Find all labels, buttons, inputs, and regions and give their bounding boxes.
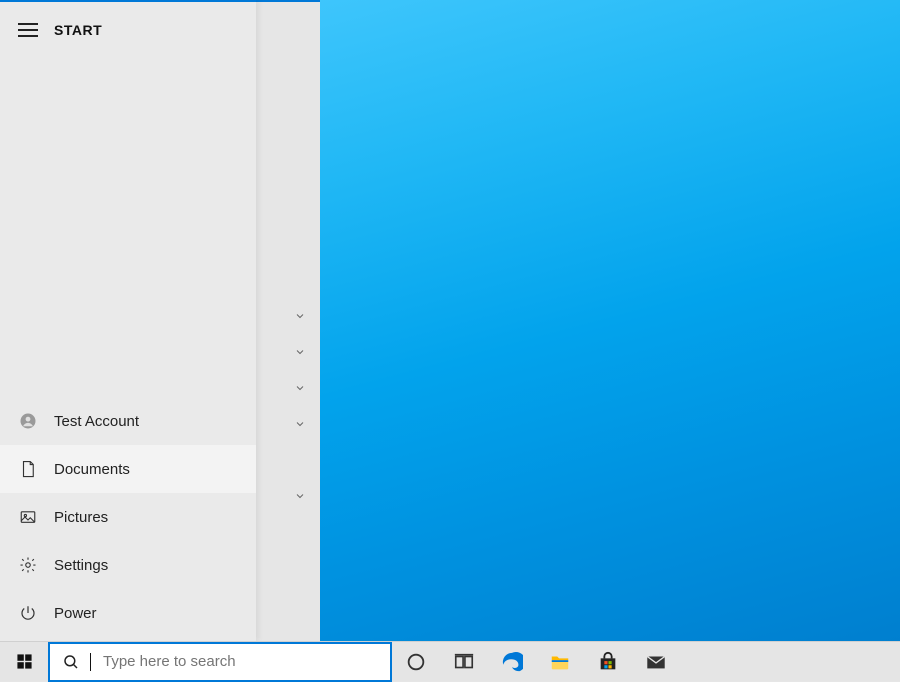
document-icon: [18, 459, 38, 479]
sidebar-item-label: Power: [54, 605, 97, 622]
edge-icon: [501, 651, 523, 673]
sidebar-item-label: Documents: [54, 461, 130, 478]
power-icon: [18, 603, 38, 623]
windows-icon: [16, 653, 33, 670]
taskbar-taskview[interactable]: [440, 642, 488, 682]
gear-icon: [18, 555, 38, 575]
hamburger-icon[interactable]: [18, 20, 38, 40]
sidebar-item-pictures[interactable]: Pictures: [0, 493, 256, 541]
sidebar-item-label: Pictures: [54, 509, 108, 526]
sidebar-item-account[interactable]: Test Account: [0, 397, 256, 445]
taskbar-store[interactable]: [584, 642, 632, 682]
taskbar-mail[interactable]: [632, 642, 680, 682]
chevron-down-icon[interactable]: [256, 310, 306, 322]
cortana-icon: [405, 651, 427, 673]
start-left-column: START Test Account Documents Pictures Se: [0, 0, 256, 641]
start-title: START: [54, 22, 102, 38]
user-icon: [18, 411, 38, 431]
store-icon: [597, 651, 619, 673]
taskbar-search[interactable]: [48, 642, 392, 682]
text-cursor: [90, 653, 91, 671]
chevron-down-icon[interactable]: [256, 382, 306, 394]
file-explorer-icon: [549, 651, 571, 673]
sidebar-item-power[interactable]: Power: [0, 589, 256, 637]
mail-icon: [645, 651, 667, 673]
sidebar-item-label: Settings: [54, 557, 108, 574]
chevron-down-icon[interactable]: [256, 490, 306, 502]
taskbar-explorer[interactable]: [536, 642, 584, 682]
sidebar-item-label: Test Account: [54, 413, 139, 430]
search-input[interactable]: [103, 653, 382, 670]
taskbar-cortana[interactable]: [392, 642, 440, 682]
taskbar-edge[interactable]: [488, 642, 536, 682]
sidebar-item-settings[interactable]: Settings: [0, 541, 256, 589]
chevron-down-icon[interactable]: [256, 346, 306, 358]
start-header: START: [0, 2, 256, 58]
chevron-down-icon[interactable]: [256, 418, 306, 430]
search-icon: [62, 653, 80, 671]
taskview-icon: [453, 651, 475, 673]
pictures-icon: [18, 507, 38, 527]
sidebar-item-documents[interactable]: Documents: [0, 445, 256, 493]
taskbar: [0, 641, 900, 681]
start-button[interactable]: [0, 642, 48, 682]
